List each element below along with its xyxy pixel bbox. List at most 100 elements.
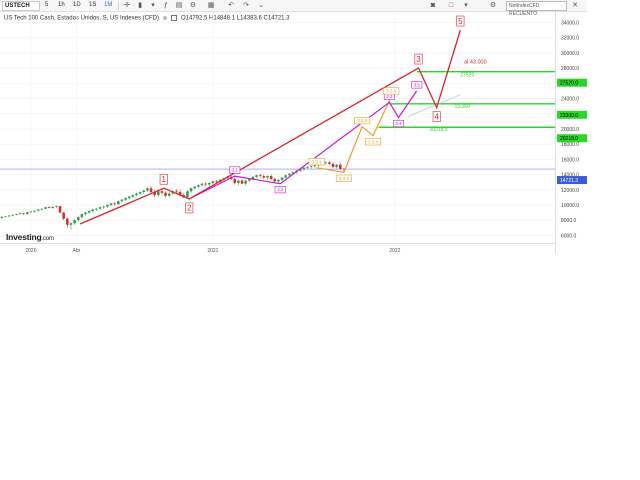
interval-1m[interactable]: 1M [104,1,112,10]
candle-body [76,217,80,221]
symbol-input[interactable]: USTECH [2,1,40,11]
candle-body [262,176,266,178]
interval-1h[interactable]: 1h [58,1,65,10]
interval-1s[interactable]: 1S [89,1,96,10]
candle-body [11,214,15,216]
logo-brand: Investing [6,232,42,242]
candle-body [18,213,22,215]
candle-body [248,179,251,181]
candle-body [160,191,164,193]
candle-body [95,208,98,210]
candle-body [197,185,200,187]
candle-body [47,207,51,209]
account-dropdown[interactable]: NotIndexCFD RECUENTO [506,1,567,17]
candle-body [324,162,327,164]
layout-icon[interactable]: ▦ [206,1,216,10]
candle-body [124,198,127,200]
candle-body [26,212,29,215]
impulse-label: 3 [416,55,421,64]
candle-body [211,181,215,183]
candle-body [58,206,62,213]
chevron-down-icon[interactable]: ⌄ [256,1,266,10]
template-icon[interactable]: ▤ [174,1,184,10]
close-icon[interactable]: ✕ [570,1,580,10]
candle-body [306,166,309,168]
candle-body [62,212,65,219]
crosshair-icon[interactable]: ✛ [122,1,132,10]
redo-icon[interactable]: ↷ [241,1,251,10]
candle-body [146,188,149,191]
candle-body [22,213,25,215]
orange-wave-line [316,96,392,173]
candle-body [189,188,193,192]
candle-body [186,191,189,198]
settings-icon[interactable]: ⚙ [488,1,498,10]
candle-body [55,206,58,207]
level-axis-label: 20218.0 [560,136,578,142]
candle-body [120,199,124,202]
candle-body [15,214,18,215]
level-axis-label: 23300.0 [560,113,578,119]
candle-body [313,165,317,167]
candle-body [127,196,131,199]
candle-body [233,179,237,183]
y-tick-label: 18000.0 [561,142,579,148]
y-tick-label: 8000.0 [561,218,577,224]
candle-body [98,207,102,209]
candle-body [51,206,55,209]
candle-body [73,220,76,224]
candle-body [87,211,91,213]
candles-icon[interactable]: ▮ [135,1,145,10]
candle-body [135,193,138,196]
chart-window: USTECH 5 1h 1D 1S 1M ✛ ▮ ▾ ƒ ▤ ⚙ ▦ ↶ ↷ ⌄… [0,0,587,254]
candle-body [277,179,280,182]
y-tick-label: 32000.0 [561,36,579,42]
candle-body [102,206,105,208]
candle-body [33,210,36,212]
candle-body [36,209,40,211]
y-tick-label: 28000.0 [561,66,579,72]
candle-body [91,209,95,212]
interval-1d[interactable]: 1D [73,1,81,10]
impulse-label: 2 [187,204,192,213]
candle-body [328,162,331,164]
bar-type-icon[interactable]: ▾ [148,1,158,10]
candle-body [193,186,196,189]
undo-icon[interactable]: ↶ [226,1,236,10]
magenta-label: 3.3 [386,94,393,99]
candle-body [266,176,269,178]
y-tick-label: 16000.0 [561,157,579,163]
candle-body [244,180,247,184]
magenta-wave-line [188,90,418,200]
candle-body [200,183,204,186]
impulse-label: 1 [162,175,167,184]
fullscreen-icon[interactable]: □ [446,1,456,10]
candle-body [273,179,277,182]
impulse-label: 5 [458,17,463,26]
interval-5[interactable]: 5 [45,1,48,10]
candle-body [106,204,109,207]
level-lines [0,71,555,170]
candle-body [142,190,146,193]
chevron-down-icon[interactable]: ▾ [461,1,471,10]
candle-body [138,192,142,194]
candle-body [7,215,11,217]
x-axis[interactable]: 2020 Abr 2021 2022 [0,243,555,255]
candle-body [284,175,287,178]
orange-label: 3.3.4 [368,139,379,144]
orange-label: 3.3.2 [339,176,350,181]
magenta-label: 3.1 [232,168,239,173]
x-tick-label: 2022 [389,248,400,254]
gear-icon[interactable]: ⚙ [188,1,198,10]
y-axis[interactable]: 34000.032000.030000.028000.026000.024000… [555,11,588,254]
candle-body [40,208,44,210]
plot-area[interactable]: 27520 23.300 20218.0 1 2 3 4 5 3.1 3.2 3.3 3.4 3.5 3.… [0,11,555,243]
indicators-icon[interactable]: ƒ [161,1,171,10]
candle-body [207,182,211,185]
camera-icon[interactable]: ◙ [428,1,438,10]
candle-body [29,211,33,213]
candle-body [117,201,120,205]
y-tick-label: 24000.0 [561,96,579,102]
candle-body [175,191,178,193]
level-text: 20218.0 [429,127,447,133]
